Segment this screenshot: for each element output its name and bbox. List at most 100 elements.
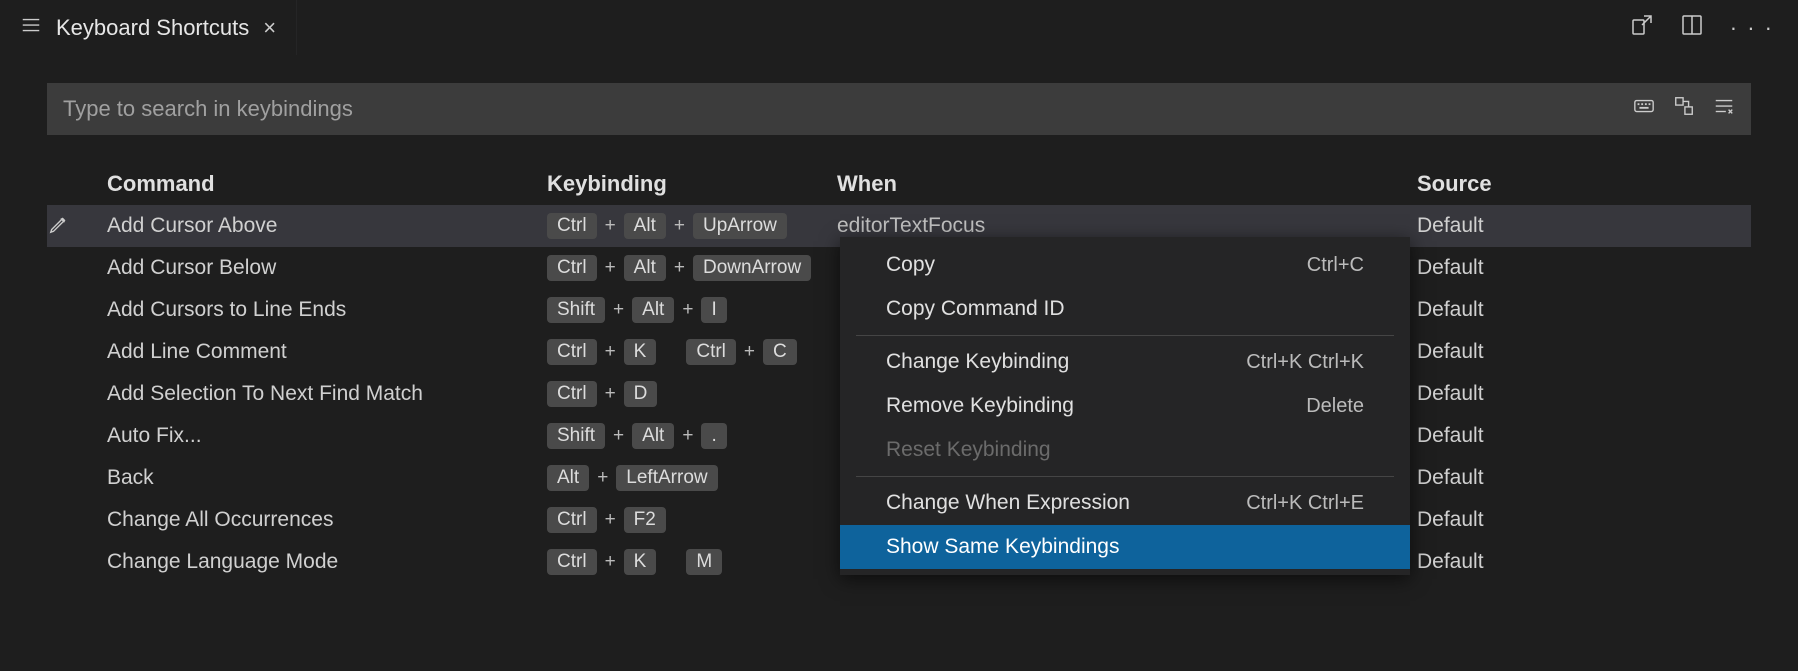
context-menu-shortcut: Ctrl+K Ctrl+K (1246, 351, 1364, 374)
context-menu: Copy Ctrl+C Copy Command ID Change Keybindi… (840, 237, 1410, 575)
context-menu-item: Reset Keybinding (840, 428, 1410, 472)
context-menu-shortcut: Ctrl+C (1307, 254, 1364, 277)
key-separator: + (605, 383, 616, 405)
context-menu-item[interactable]: Show Same Keybindings (840, 525, 1410, 569)
source-cell: Default (1417, 508, 1741, 532)
key-separator: + (744, 341, 755, 363)
search-input[interactable] (63, 96, 1633, 122)
context-menu-label: Change When Expression (886, 491, 1130, 515)
context-menu-label: Remove Keybinding (886, 394, 1074, 418)
context-menu-label: Copy (886, 253, 935, 277)
search-bar (47, 83, 1751, 135)
context-menu-label: Show Same Keybindings (886, 535, 1119, 559)
key-separator: + (605, 257, 616, 279)
key-separator: + (613, 299, 624, 321)
keybinding-cell: Alt + LeftArrow (547, 465, 837, 491)
key-token: I (701, 297, 726, 323)
key-token: Ctrl (547, 381, 597, 407)
command-cell: Auto Fix... (107, 424, 547, 448)
key-separator: + (605, 551, 616, 573)
context-menu-item[interactable]: Change When ExpressionCtrl+K Ctrl+E (840, 481, 1410, 525)
context-menu-item[interactable]: Change Keybinding Ctrl+K Ctrl+K (840, 340, 1410, 384)
key-token: F2 (624, 507, 666, 533)
key-token: Ctrl (547, 339, 597, 365)
clear-search-icon[interactable] (1713, 95, 1735, 123)
source-cell: Default (1417, 424, 1741, 448)
header-when[interactable]: When (837, 171, 1417, 197)
key-token: Alt (624, 255, 666, 281)
context-menu-separator (856, 476, 1394, 477)
key-token: DownArrow (693, 255, 811, 281)
key-separator: + (674, 215, 685, 237)
command-cell: Back (107, 466, 547, 490)
edit-icon[interactable] (47, 212, 71, 236)
keybinding-cell: Shift + Alt + I (547, 297, 837, 323)
tab-title: Keyboard Shortcuts (56, 15, 249, 41)
when-cell: editorTextFocus (837, 214, 1417, 238)
keybinding-cell: Shift + Alt +. (547, 423, 837, 449)
key-token: LeftArrow (616, 465, 717, 491)
key-token: K (624, 339, 657, 365)
command-cell: Add Cursors to Line Ends (107, 298, 547, 322)
key-separator: + (605, 341, 616, 363)
key-separator: + (682, 299, 693, 321)
context-menu-label: Reset Keybinding (886, 438, 1051, 462)
keybinding-cell: Ctrl + K Ctrl + C (547, 339, 837, 365)
key-token: Ctrl (547, 255, 597, 281)
key-token: Ctrl (547, 549, 597, 575)
source-cell: Default (1417, 466, 1741, 490)
source-cell: Default (1417, 550, 1741, 574)
keybinding-cell: Ctrl + K M (547, 549, 837, 575)
keybinding-cell: Ctrl+Alt+UpArrow (547, 213, 837, 239)
context-menu-item[interactable]: Remove Keybinding Delete (840, 384, 1410, 428)
key-token: K (624, 549, 657, 575)
keybinding-cell: Ctrl + Alt + DownArrow (547, 255, 837, 281)
open-json-icon[interactable] (1630, 13, 1654, 43)
key-token: D (624, 381, 658, 407)
key-separator: + (605, 509, 616, 531)
key-separator: + (682, 425, 693, 447)
key-token: . (701, 423, 726, 449)
key-separator: + (605, 215, 616, 237)
key-token: Shift (547, 423, 605, 449)
context-menu-item[interactable]: Copy Ctrl+C (840, 243, 1410, 287)
key-token: Alt (632, 297, 674, 323)
tab-keyboard-shortcuts[interactable]: Keyboard Shortcuts × (0, 0, 297, 55)
context-menu-label: Copy Command ID (886, 297, 1065, 321)
sort-precedence-icon[interactable] (1673, 95, 1695, 123)
source-cell: Default (1417, 340, 1741, 364)
source-cell: Default (1417, 382, 1741, 406)
context-menu-item[interactable]: Copy Command ID (840, 287, 1410, 331)
source-cell: Default (1417, 298, 1741, 322)
key-separator: + (597, 467, 608, 489)
key-token: Ctrl (547, 507, 597, 533)
key-token: Shift (547, 297, 605, 323)
split-editor-icon[interactable] (1680, 13, 1704, 43)
command-cell: Add Cursor Above (107, 214, 547, 238)
command-cell: Add Line Comment (107, 340, 547, 364)
source-cell: Default (1417, 256, 1741, 280)
table-header: Command Keybinding When Source (47, 163, 1751, 205)
key-separator: + (674, 257, 685, 279)
more-actions-icon[interactable]: · · · (1730, 15, 1774, 41)
context-menu-label: Change Keybinding (886, 350, 1069, 374)
header-keybinding[interactable]: Keybinding (547, 171, 837, 197)
command-cell: Add Selection To Next Find Match (107, 382, 547, 406)
close-icon[interactable]: × (263, 15, 276, 41)
header-command[interactable]: Command (107, 171, 547, 197)
command-cell: Change Language Mode (107, 550, 547, 574)
menu-icon (20, 14, 42, 42)
key-token: Alt (632, 423, 674, 449)
header-source[interactable]: Source (1417, 171, 1741, 197)
key-token: Alt (624, 213, 666, 239)
key-token: C (763, 339, 797, 365)
key-separator: + (613, 425, 624, 447)
key-token: M (686, 549, 722, 575)
keybinding-cell: Ctrl + D (547, 381, 837, 407)
key-token: Alt (547, 465, 589, 491)
context-menu-shortcut: Delete (1306, 395, 1364, 418)
record-keys-icon[interactable] (1633, 95, 1655, 123)
key-token: UpArrow (693, 213, 787, 239)
key-token: Ctrl (686, 339, 736, 365)
command-cell: Add Cursor Below (107, 256, 547, 280)
